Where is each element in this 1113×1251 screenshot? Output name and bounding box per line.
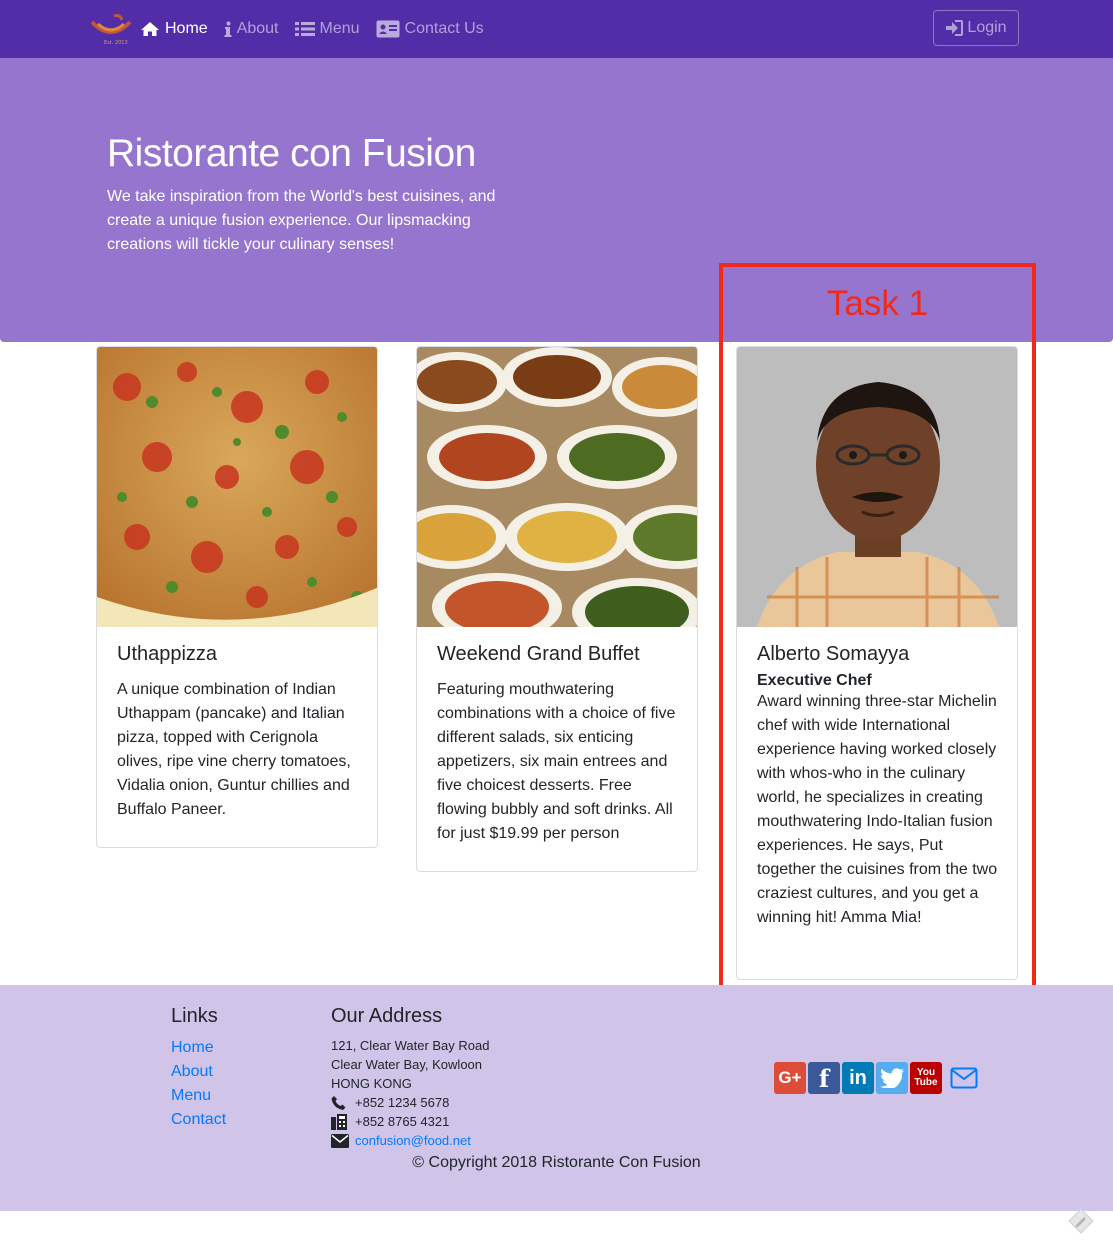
email-link[interactable]: confusion@food.net (355, 1131, 471, 1150)
address-line: Clear Water Bay, Kowloon (331, 1057, 483, 1072)
phone-number: +852 1234 5678 (355, 1095, 450, 1110)
home-icon (140, 21, 160, 37)
jumbotron-title: Ristorante con Fusion (107, 132, 476, 175)
social-icons: G+ f in You Tube (774, 1062, 982, 1094)
card-text: A unique combination of Indian Uthappam … (117, 681, 351, 818)
nav-home[interactable]: Home (140, 20, 208, 38)
card-title: Weekend Grand Buffet (437, 643, 640, 665)
copyright-text: © Copyright 2018 Ristorante Con Fusion (412, 1154, 701, 1171)
footer-address-title: Our Address (331, 1005, 443, 1027)
twitter-icon[interactable] (876, 1062, 908, 1094)
address-line: 121, Clear Water Bay Road (331, 1038, 490, 1053)
nav-about[interactable]: About (224, 20, 279, 38)
task-highlight-box (719, 263, 1036, 992)
linkedin-icon[interactable]: in (842, 1062, 874, 1094)
footer-links-title: Links (171, 1005, 218, 1027)
footer: Links Home About Menu Contact Our Addres… (0, 985, 1113, 1211)
nav-contact[interactable]: Contact Us (376, 20, 484, 38)
nav-menu-label: Menu (319, 20, 360, 37)
svg-text:Est. 2013: Est. 2013 (104, 40, 128, 46)
nav-menu[interactable]: Menu (294, 20, 360, 38)
promo-card-buffet: Weekend Grand Buffet Featuring mouthwate… (416, 346, 698, 872)
envelope-icon (331, 1133, 349, 1148)
nav-home-label: Home (165, 20, 208, 37)
address-card-icon (376, 20, 400, 38)
nav-about-label: About (236, 20, 279, 37)
facebook-icon[interactable]: f (808, 1062, 840, 1094)
phone-icon (331, 1095, 349, 1110)
jumbotron-text: We take inspiration from the World's bes… (107, 188, 496, 253)
fax-number: +852 8765 4321 (355, 1114, 450, 1129)
sign-in-icon (945, 20, 964, 36)
address-line: HONG KONG (331, 1076, 412, 1091)
login-button[interactable]: Login (933, 10, 1019, 46)
list-icon (294, 21, 315, 37)
buffet-image (417, 347, 697, 646)
mail-icon[interactable] (948, 1062, 980, 1094)
edit-pencil-icon[interactable] (1068, 1208, 1094, 1239)
footer-links: Links Home About Menu Contact (171, 1005, 226, 1132)
card-text: Featuring mouthwatering combinations wit… (437, 681, 676, 842)
card-title: Uthappizza (117, 643, 218, 665)
info-icon (224, 21, 232, 37)
youtube-icon[interactable]: You Tube (910, 1062, 942, 1094)
nav-contact-label: Contact Us (404, 20, 484, 37)
footer-link-contact[interactable]: Contact (171, 1108, 226, 1132)
uthappizza-image (97, 347, 377, 627)
footer-link-menu[interactable]: Menu (171, 1084, 226, 1108)
task-label: Task 1 (826, 284, 929, 323)
footer-link-about[interactable]: About (171, 1060, 226, 1084)
restaurant-logo[interactable]: Est. 2013 (90, 12, 132, 46)
google-plus-icon[interactable]: G+ (774, 1062, 806, 1094)
login-label: Login (967, 19, 1007, 36)
footer-link-home[interactable]: Home (171, 1036, 226, 1060)
fax-icon (331, 1113, 349, 1130)
footer-address: Our Address 121, Clear Water Bay Road Cl… (331, 1005, 489, 1150)
dish-card-uthappizza: Uthappizza A unique combination of India… (96, 346, 378, 848)
navbar: Est. 2013 Home About Menu Contact Us Log… (0, 0, 1113, 58)
